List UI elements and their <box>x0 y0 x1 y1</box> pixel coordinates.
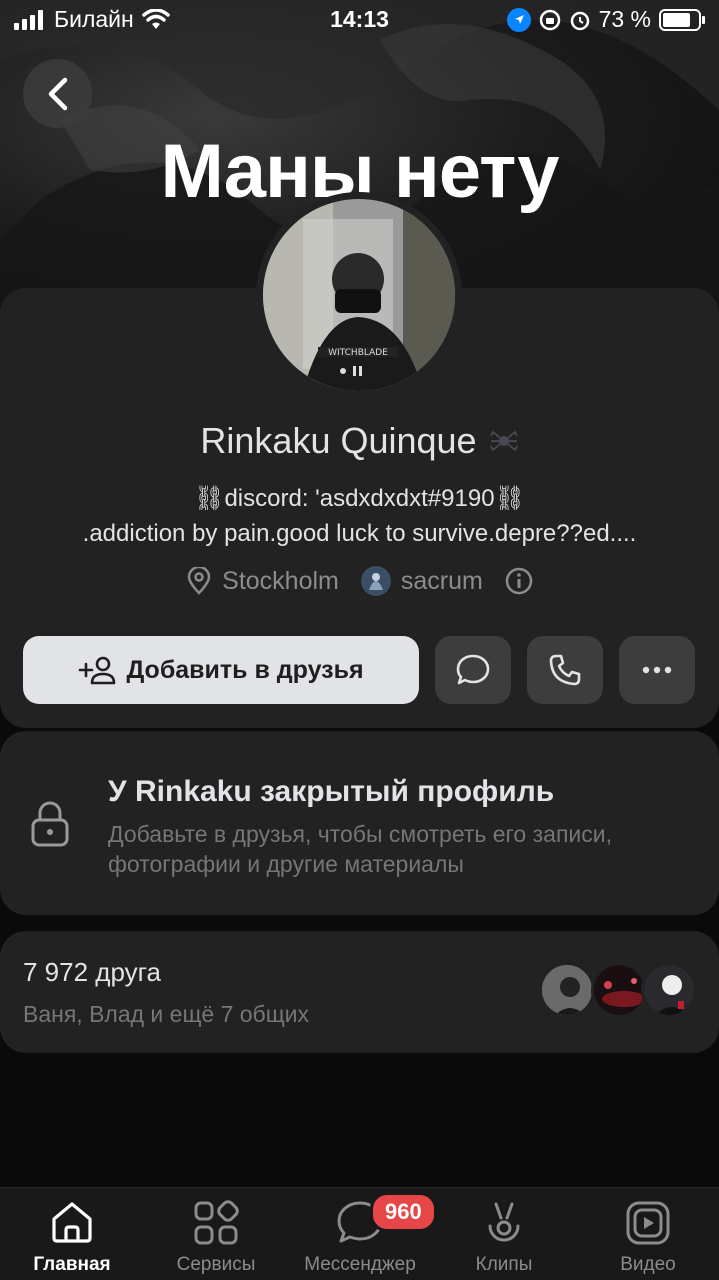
friend-avatar <box>641 962 697 1018</box>
closed-profile-card: У Rinkaku закрытый профиль Добавьте в др… <box>0 731 719 915</box>
tab-label: Клипы <box>475 1254 533 1275</box>
location-arrow-icon <box>506 7 531 32</box>
tab-home[interactable]: Главная <box>0 1188 144 1280</box>
community-text: sacrum <box>400 566 483 595</box>
tab-label: Мессенджер <box>304 1254 416 1275</box>
profile-name: Rinkaku Quinque <box>200 420 477 461</box>
tab-clips[interactable]: Клипы <box>432 1188 576 1280</box>
clips-icon <box>488 1202 520 1242</box>
add-friend-button[interactable]: Добавить в друзья <box>23 636 419 704</box>
avatar-image: WITCHBLADE <box>263 199 455 391</box>
community-avatar <box>360 566 391 596</box>
friend-avatar <box>539 962 595 1018</box>
orientation-lock-icon <box>539 9 560 30</box>
location-item[interactable]: Stockholm <box>186 567 339 596</box>
add-friend-label: Добавить в друзья <box>126 655 364 684</box>
tab-label: Видео <box>620 1254 676 1275</box>
profile-actions: Добавить в друзья <box>23 636 696 704</box>
chevron-left-icon <box>48 77 67 110</box>
profile-status-line-1: ⛓discord: 'asdxdxdxt#9190⛓ <box>193 485 526 512</box>
message-icon <box>456 654 490 685</box>
closed-profile-title: У Rinkaku закрытый профиль <box>108 775 555 808</box>
video-icon <box>626 1201 670 1245</box>
phone-icon <box>549 654 581 686</box>
messenger-badge: 960 <box>370 1192 437 1232</box>
profile-name-row: Rinkaku Quinque <box>0 420 719 462</box>
info-icon[interactable] <box>505 567 533 595</box>
profile-status-line-2: .addiction by pain.good luck to survive.… <box>82 520 637 547</box>
tab-video[interactable]: Видео <box>576 1188 719 1280</box>
avatar[interactable]: WITCHBLADE <box>256 192 462 398</box>
battery-percent: 73 % <box>598 6 651 32</box>
more-icon <box>642 666 672 674</box>
location-pin-icon <box>187 567 211 595</box>
closed-profile-description: Добавьте в друзья, чтобы смотреть его за… <box>108 821 612 877</box>
avatar-caption: WITCHBLADE <box>328 348 388 358</box>
tab-services[interactable]: Сервисы <box>144 1188 288 1280</box>
status-bar: Билайн 14:13 73 % <box>0 0 719 40</box>
back-button[interactable] <box>23 59 92 128</box>
friends-count: 7 972 друга <box>23 957 161 987</box>
add-user-icon <box>79 656 116 685</box>
more-button[interactable] <box>619 636 695 704</box>
profile-info-row: Stockholm sacrum <box>0 566 719 596</box>
tab-label: Сервисы <box>176 1254 256 1275</box>
home-icon <box>52 1202 92 1243</box>
lock-icon <box>31 801 69 847</box>
location-text: Stockholm <box>222 566 339 595</box>
community-item[interactable]: sacrum <box>360 566 483 596</box>
battery-icon <box>659 8 705 31</box>
tab-bar: Главная Сервисы Мессенджер Клипы Видео <box>0 1187 719 1280</box>
mutual-friends: Ваня, Влад и ещё 7 общих <box>23 1001 309 1027</box>
tab-label: Главная <box>33 1254 111 1275</box>
spider-icon[interactable] <box>489 426 519 456</box>
alarm-icon <box>570 11 589 30</box>
services-icon <box>194 1200 239 1245</box>
friend-avatar <box>591 962 647 1018</box>
call-button[interactable] <box>527 636 603 704</box>
message-button[interactable] <box>435 636 511 704</box>
